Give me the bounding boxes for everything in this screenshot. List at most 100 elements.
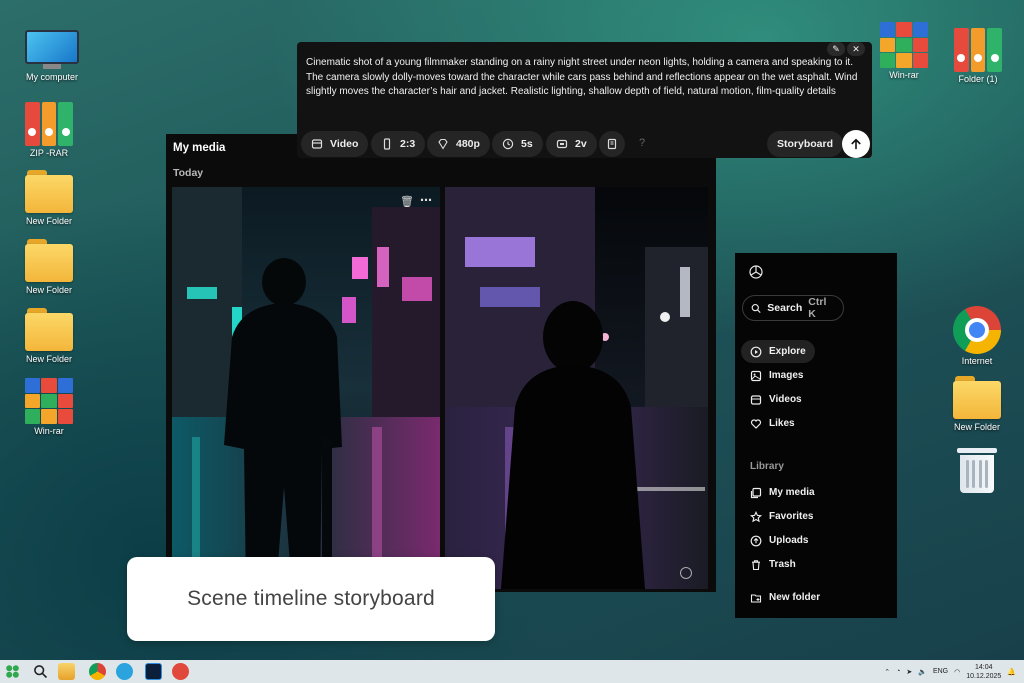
- aspect-ratio-label: 2:3: [400, 138, 416, 150]
- new-folder-label: New folder: [769, 592, 821, 603]
- nav-explore[interactable]: Explore: [741, 340, 815, 363]
- trash-icon: [752, 559, 760, 570]
- more-options-icon[interactable]: ⋯: [420, 193, 432, 207]
- folder-plus-icon: [750, 593, 762, 603]
- library-my-media[interactable]: My media: [741, 481, 824, 504]
- media-stack-icon: [750, 487, 762, 498]
- desktop-icon-label: ZIP -RAR: [29, 148, 69, 158]
- wifi-icon[interactable]: ◠: [954, 668, 960, 676]
- folder-icon: [25, 239, 73, 283]
- send-button[interactable]: [842, 130, 870, 158]
- portrait-icon: [383, 138, 391, 150]
- diamond-icon: [438, 138, 448, 150]
- nav-images[interactable]: Images: [741, 364, 812, 387]
- archive-icon: [954, 28, 1003, 72]
- clock[interactable]: 14:04 10.12.2025: [966, 663, 1001, 681]
- presets-button[interactable]: [599, 131, 625, 157]
- image-icon: [750, 370, 762, 381]
- winrar-icon: [25, 378, 73, 424]
- network-icon[interactable]: ◔: [896, 668, 900, 675]
- nav-videos[interactable]: Videos: [741, 388, 811, 411]
- desktop-icon-win-rar[interactable]: Win-rar: [869, 22, 939, 80]
- library-label: Favorites: [769, 511, 814, 522]
- trash-icon[interactable]: 🗑: [400, 195, 414, 208]
- nav-likes[interactable]: Likes: [741, 412, 804, 435]
- caption-card: Scene timeline storyboard: [127, 557, 495, 641]
- desktop-icon-new-folder[interactable]: New Folder: [942, 376, 1012, 432]
- duration-selector[interactable]: 5s: [492, 131, 543, 157]
- system-tray: ⌃ ◔ ➤ 🔈 ENG ◠ 14:04 10.12.2025 🔔: [884, 660, 1016, 683]
- language-indicator[interactable]: ENG: [933, 668, 948, 675]
- file-explorer-icon[interactable]: [58, 663, 75, 680]
- prompt-composer: ✎ ✕ Cinematic shot of a young filmmaker …: [297, 42, 872, 158]
- media-panel-title: My media: [173, 142, 226, 154]
- help-icon[interactable]: ?: [639, 137, 645, 149]
- desktop-icon-zip-rar[interactable]: ZIP -RAR: [14, 102, 84, 158]
- desktop-icon-my-computer[interactable]: My computer: [17, 30, 87, 82]
- library-trash[interactable]: Trash: [741, 553, 805, 576]
- taskbar: ⌃ ◔ ➤ 🔈 ENG ◠ 14:04 10.12.2025 🔔: [0, 660, 1024, 683]
- search-button[interactable]: Search Ctrl K: [742, 295, 844, 321]
- resolution-selector[interactable]: 480p: [427, 131, 490, 157]
- new-folder-button[interactable]: New folder: [741, 586, 829, 609]
- monitor-icon: [25, 30, 79, 70]
- desktop-icon-new-folder[interactable]: New Folder: [14, 308, 84, 364]
- photoshop-icon[interactable]: [145, 663, 162, 680]
- desktop-icon-new-folder[interactable]: New Folder: [14, 170, 84, 226]
- desktop-icon-recycle-bin[interactable]: [942, 446, 1012, 494]
- close-icon[interactable]: ✕: [847, 42, 865, 56]
- telegram-icon[interactable]: [116, 663, 133, 680]
- folder-icon: [953, 376, 1001, 420]
- prompt-textarea[interactable]: Cinematic shot of a young filmmaker stan…: [306, 56, 866, 100]
- search-shortcut: Ctrl K: [808, 296, 827, 320]
- desktop-icon-label: Win-rar: [889, 70, 919, 80]
- video-icon: [311, 139, 323, 149]
- variants-label: 2v: [575, 138, 587, 150]
- sora-sidebar: Search Ctrl K Explore Images Videos Like…: [735, 253, 897, 618]
- storyboard-button[interactable]: Storyboard: [767, 131, 844, 157]
- openai-logo-icon: [680, 567, 692, 579]
- archive-icon: [25, 102, 74, 146]
- desktop-icon-label: New Folder: [953, 422, 1000, 432]
- desktop-icon-label: New Folder: [25, 216, 72, 226]
- desktop-icon-label: New Folder: [25, 354, 72, 364]
- resolution-label: 480p: [456, 138, 480, 150]
- recycle-bin-icon: [957, 446, 997, 494]
- start-icon[interactable]: [5, 664, 20, 679]
- library-heading: Library: [750, 461, 784, 472]
- desktop-icon-label: Win-rar: [34, 426, 64, 436]
- desktop-icon-label: Internet: [961, 356, 993, 366]
- media-thumbnail[interactable]: [445, 187, 708, 589]
- volume-icon[interactable]: 🔈: [918, 668, 927, 676]
- openai-logo-icon[interactable]: [748, 264, 764, 280]
- app-icon[interactable]: [172, 663, 189, 680]
- pencil-icon[interactable]: ✎: [827, 42, 845, 56]
- library-label: Trash: [769, 559, 796, 570]
- arrow-up-icon: [851, 138, 861, 150]
- library-uploads[interactable]: Uploads: [741, 529, 817, 552]
- folder-icon: [25, 308, 73, 352]
- telegram-tray-icon[interactable]: ➤: [906, 668, 912, 676]
- mode-label: Video: [330, 138, 359, 150]
- notifications-icon[interactable]: 🔔: [1007, 668, 1016, 676]
- aspect-ratio-selector[interactable]: 2:3: [371, 131, 426, 157]
- media-thumbnail[interactable]: 🗑 ⋯: [172, 187, 440, 589]
- chevron-up-icon[interactable]: ⌃: [884, 668, 890, 676]
- video-icon: [750, 394, 762, 405]
- desktop-icon-folder-1[interactable]: Folder (1): [943, 28, 1013, 84]
- chrome-icon[interactable]: [89, 663, 106, 680]
- desktop-icon-internet[interactable]: Internet: [942, 306, 1012, 366]
- variants-icon: [556, 139, 568, 149]
- desktop-icon-new-folder[interactable]: New Folder: [14, 239, 84, 295]
- mode-selector[interactable]: Video: [301, 131, 369, 157]
- folder-icon: [25, 170, 73, 214]
- clock-icon: [502, 138, 514, 150]
- book-icon: [607, 138, 617, 150]
- variants-selector[interactable]: 2v: [546, 131, 597, 157]
- heart-icon: [750, 418, 762, 429]
- chrome-icon: [953, 306, 1001, 354]
- desktop-icon-win-rar[interactable]: Win-rar: [14, 378, 84, 436]
- search-icon[interactable]: [33, 664, 48, 679]
- library-favorites[interactable]: Favorites: [741, 505, 822, 528]
- nav-label: Explore: [769, 346, 806, 357]
